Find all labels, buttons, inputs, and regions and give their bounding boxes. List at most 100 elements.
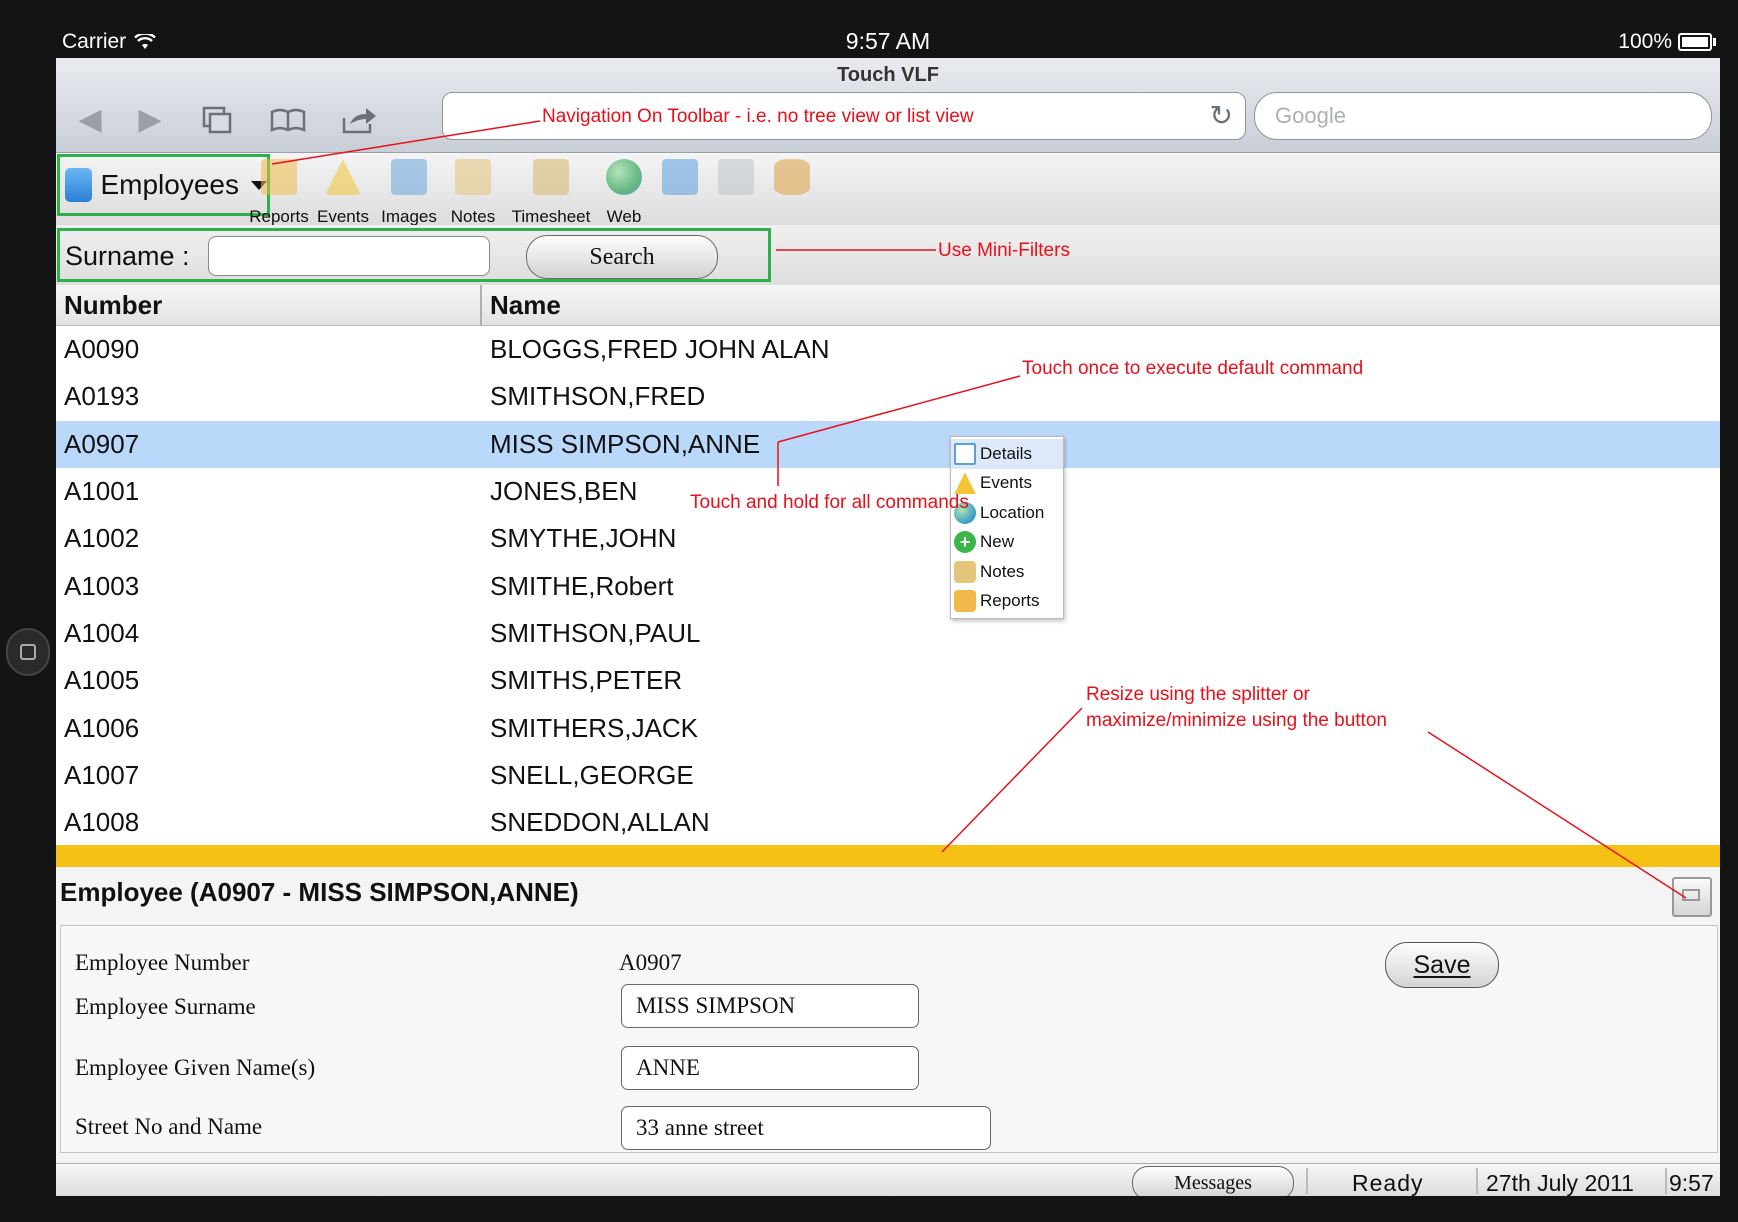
time-text: 9:57 — [1669, 1170, 1714, 1196]
browser-screen: Touch VLF ◀ ▶ ↻ Google Employees Reports… — [56, 58, 1720, 1196]
application-toolbar: Employees Reports Events Images Notes Ti… — [56, 153, 1720, 227]
street-label: Street No and Name — [75, 1114, 263, 1139]
table-row[interactable]: A1002 SMYTHE,JOHN — [56, 515, 1720, 562]
ipad-frame: Carrier 9:57 AM 100% Touch VLF ◀ ▶ ↻ Goo… — [0, 0, 1738, 1222]
date-text: 27th July 2011 — [1486, 1170, 1634, 1196]
share-icon[interactable] — [338, 102, 378, 138]
toolbar-item-label: Web — [606, 207, 642, 226]
mini-filter: Surname : Search — [57, 228, 771, 282]
cell-name: SMITHSON,FRED — [490, 381, 706, 412]
warning-triangle-icon — [954, 472, 976, 495]
context-menu-item-new[interactable]: + New — [951, 528, 1063, 558]
annotation-resize-1: Resize using the splitter or — [1086, 684, 1310, 705]
column-header-number[interactable]: Number — [56, 285, 482, 325]
cell-name: SNELL,GEORGE — [490, 759, 694, 790]
messages-button[interactable]: Messages — [1132, 1166, 1294, 1196]
toolbar-item-images[interactable]: Images — [378, 159, 440, 227]
plus-circle-icon: + — [954, 531, 976, 554]
tabs-icon[interactable] — [196, 102, 236, 138]
maximize-minimize-button[interactable] — [1672, 877, 1712, 917]
application-selector[interactable]: Employees — [57, 154, 270, 216]
reports-folder-icon — [954, 590, 976, 613]
toolbar-item-document[interactable] — [712, 159, 760, 195]
cell-name: SMITHSON,PAUL — [490, 617, 701, 648]
back-arrow-icon[interactable]: ◀ — [70, 102, 110, 138]
save-button[interactable]: Save — [1385, 942, 1499, 988]
annotation-touch-hold: Touch and hold for all commands — [690, 492, 969, 513]
bookmarks-icon[interactable] — [268, 102, 308, 138]
employee-given-name-field[interactable]: ANNE — [621, 1046, 919, 1090]
battery-icon — [1678, 33, 1716, 51]
table-row[interactable]: A1008 SNEDDON,ALLAN — [56, 799, 1720, 846]
menu-item-label: Events — [980, 473, 1032, 493]
detail-panel: Employee (A0907 - MISS SIMPSON,ANNE) Emp… — [56, 867, 1720, 1163]
cell-number: A1005 — [64, 665, 140, 696]
reports-folder-icon — [261, 159, 297, 195]
context-menu-item-details[interactable]: Details — [951, 439, 1063, 469]
notes-pencil-icon — [455, 159, 491, 195]
table-row[interactable]: A1004 SMITHSON,PAUL — [56, 610, 1720, 657]
images-icon — [391, 159, 427, 195]
employee-list: Number Name A0090 BLOGGS,FRED JOHN ALAN A… — [56, 285, 1720, 845]
toolbar-item-label: Timesheet — [511, 207, 591, 226]
toolbar-item-web[interactable]: Web — [600, 159, 648, 227]
search-button[interactable]: Search — [526, 235, 718, 279]
cell-number: A1001 — [64, 476, 140, 507]
cell-number: A1008 — [64, 807, 140, 838]
status-text: Ready — [1352, 1170, 1424, 1196]
application-label: Employees — [100, 169, 239, 200]
cell-number: A1002 — [64, 523, 140, 554]
search-placeholder: Google — [1275, 103, 1346, 128]
context-menu: Details Events Location + New Notes Repor… — [950, 436, 1064, 619]
surname-input[interactable] — [208, 236, 490, 276]
toolbar-item-reports[interactable]: Reports — [248, 159, 310, 227]
list-header: Number Name — [56, 285, 1720, 326]
column-header-name[interactable]: Name — [482, 285, 561, 325]
toolbar-item-label: Events — [317, 207, 369, 226]
table-row[interactable]: A1005 SMITHS,PETER — [56, 657, 1720, 704]
toolbar-item-label: Notes — [450, 207, 496, 226]
toolbar-item-email[interactable] — [656, 159, 704, 195]
employee-surname-field[interactable]: MISS SIMPSON — [621, 984, 919, 1028]
table-row[interactable]: A1006 SMITHERS,JACK — [56, 704, 1720, 751]
employee-number-label: Employee Number — [75, 950, 250, 975]
cell-name: SMYTHE,JOHN — [490, 523, 677, 554]
table-row[interactable]: A0090 BLOGGS,FRED JOHN ALAN — [56, 326, 1720, 373]
toolbar-item-events[interactable]: Events — [314, 159, 372, 227]
cell-number: A0907 — [64, 428, 140, 459]
cell-number: A0090 — [64, 334, 140, 365]
context-menu-item-reports[interactable]: Reports — [951, 587, 1063, 617]
annotation-resize-2: maximize/minimize using the button — [1086, 710, 1387, 731]
cell-number: A0193 — [64, 381, 140, 412]
details-window-icon — [954, 442, 976, 465]
employee-number-value: A0907 — [619, 950, 682, 975]
cell-name: SNEDDON,ALLAN — [490, 807, 710, 838]
toolbar-item-label: Reports — [249, 207, 309, 226]
database-arrow-icon — [774, 159, 810, 195]
splitter[interactable] — [56, 845, 1720, 867]
table-row[interactable]: A0193 SMITHSON,FRED — [56, 373, 1720, 420]
menu-item-label: Reports — [980, 591, 1040, 611]
cell-number: A1004 — [64, 617, 140, 648]
cell-name: MISS SIMPSON,ANNE — [490, 428, 761, 459]
cell-name: SMITHERS,JACK — [490, 712, 699, 743]
menu-item-label: Details — [980, 443, 1032, 463]
home-button[interactable] — [6, 628, 50, 676]
battery-percent: 100% — [1618, 30, 1672, 53]
toolbar-item-database[interactable] — [768, 159, 816, 195]
forward-arrow-icon[interactable]: ▶ — [130, 102, 170, 138]
reload-icon[interactable]: ↻ — [1210, 99, 1233, 132]
search-bar[interactable]: Google — [1254, 92, 1712, 140]
globe-icon — [606, 159, 642, 195]
annotation-touch-once: Touch once to execute default command — [1022, 358, 1364, 379]
toolbar-item-timesheet[interactable]: Timesheet — [506, 159, 596, 227]
employee-given-name-label: Employee Given Name(s) — [75, 1055, 316, 1080]
timesheet-icon — [533, 159, 569, 195]
context-menu-item-notes[interactable]: Notes — [951, 557, 1063, 587]
table-row[interactable]: A1003 SMITHE,Robert — [56, 562, 1720, 609]
toolbar-item-notes[interactable]: Notes — [446, 159, 500, 227]
table-row[interactable]: A1007 SNELL,GEORGE — [56, 752, 1720, 799]
menu-item-label: New — [980, 532, 1015, 552]
table-row-selected[interactable]: A0907 MISS SIMPSON,ANNE — [56, 420, 1720, 468]
street-field[interactable]: 33 anne street — [621, 1106, 991, 1150]
